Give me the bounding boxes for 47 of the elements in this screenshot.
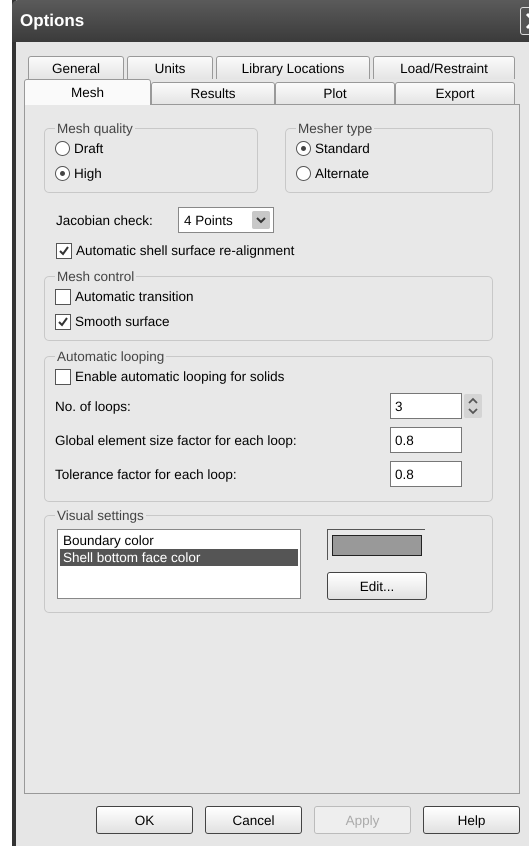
group-label: Visual settings: [56, 508, 145, 523]
group-label: Mesh control: [56, 269, 136, 284]
radio-option[interactable]: Draft: [55, 136, 247, 161]
checkbox[interactable]: [56, 242, 72, 258]
radio-button[interactable]: [55, 166, 70, 181]
checkbox-option[interactable]: Enable automatic looping for solids: [55, 364, 482, 389]
radio-button[interactable]: [296, 166, 311, 181]
radio-option[interactable]: High: [55, 161, 247, 186]
spinner-arrows-icon[interactable]: [464, 394, 482, 418]
group-label: Mesh quality: [56, 121, 134, 136]
window-title: Options: [20, 11, 84, 31]
edit-button[interactable]: Edit...: [327, 572, 427, 600]
checkbox-option[interactable]: Automatic transition: [55, 284, 482, 309]
checkbox-option[interactable]: Automatic shell surface re-alignment: [56, 238, 493, 263]
dropdown[interactable]: 4 Points: [178, 207, 274, 233]
group-label: Automatic looping: [56, 349, 166, 364]
radio-button[interactable]: [55, 141, 70, 156]
field-label: Global element size factor for each loop:: [55, 432, 298, 448]
radio-button[interactable]: [296, 141, 311, 156]
tab[interactable]: Mesh: [24, 79, 151, 105]
tab[interactable]: Library Locations: [216, 56, 370, 79]
checkbox[interactable]: [55, 314, 71, 330]
tab[interactable]: Export: [395, 82, 515, 104]
dialog-button[interactable]: Help: [423, 806, 520, 834]
tab[interactable]: Results: [151, 82, 275, 104]
field-label: Jacobian check:: [56, 212, 154, 228]
input-field[interactable]: 0.8: [390, 427, 462, 453]
field-label: No. of loops:: [55, 398, 132, 414]
checkbox-option[interactable]: Smooth surface: [55, 309, 482, 334]
group-label: Mesher type: [297, 121, 374, 136]
dialog-button[interactable]: Cancel: [205, 806, 302, 834]
checkbox[interactable]: [55, 288, 71, 304]
list-item[interactable]: Boundary color: [60, 532, 298, 549]
input-field[interactable]: 3: [390, 393, 462, 419]
radio-option[interactable]: Alternate: [296, 161, 482, 186]
checkbox[interactable]: [55, 368, 71, 384]
chevron-down-icon: [252, 211, 270, 229]
tab[interactable]: Load/Restraint: [373, 56, 515, 79]
field-label: Tolerance factor for each loop:: [55, 466, 238, 482]
tab[interactable]: General: [28, 56, 124, 79]
list-box[interactable]: Boundary color Shell bottom face color: [57, 529, 301, 599]
list-item[interactable]: Shell bottom face color: [60, 549, 298, 566]
radio-option[interactable]: Standard: [296, 136, 482, 161]
input-field[interactable]: 0.8: [390, 461, 462, 487]
tab[interactable]: Plot: [275, 82, 395, 104]
tab[interactable]: Units: [127, 56, 213, 79]
dialog-button[interactable]: OK: [96, 806, 193, 834]
